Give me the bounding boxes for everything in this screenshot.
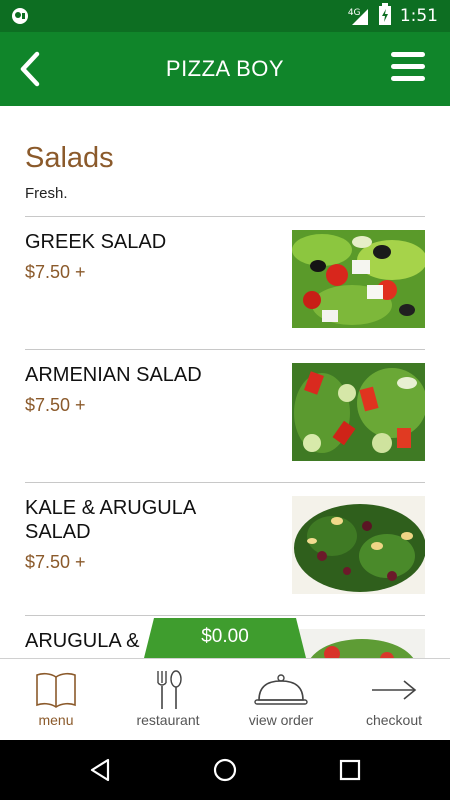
- menu-content[interactable]: Salads Fresh. GREEK SALAD $7.50 + ARMENI…: [0, 106, 450, 658]
- greek-salad-image: [292, 230, 425, 328]
- item-price: $7.50 +: [25, 552, 86, 572]
- status-time: 1:51: [399, 6, 438, 26]
- nav-label: restaurant: [136, 712, 200, 728]
- armenian-salad-image: [292, 363, 425, 461]
- battery-icon: [378, 2, 392, 30]
- section-title: Salads: [25, 142, 114, 174]
- nav-label: view order: [248, 712, 314, 728]
- item-price: $7.50 +: [25, 395, 86, 415]
- nav-label: menu: [38, 712, 74, 728]
- cart-total-tab[interactable]: $0.00: [144, 618, 306, 658]
- page-title: PIZZA BOY: [165, 56, 285, 81]
- divider: [25, 349, 425, 350]
- home-circle-icon[interactable]: [205, 755, 245, 785]
- kale-salad-image: [292, 496, 425, 594]
- nav-restaurant[interactable]: restaurant: [112, 659, 224, 741]
- fork-knife-icon: [112, 669, 224, 711]
- nav-label: checkout: [365, 712, 423, 728]
- system-nav-bar: [0, 740, 450, 800]
- divider: [25, 482, 425, 483]
- status-bar: 4G 1:51: [0, 0, 450, 32]
- item-name: KALE & ARUGULA SALAD: [25, 497, 196, 543]
- menu-item-greek-salad[interactable]: GREEK SALAD $7.50 +: [25, 230, 425, 350]
- recents-square-icon[interactable]: [330, 755, 370, 785]
- item-name: GREEK SALAD: [25, 231, 167, 253]
- bottom-nav: menu restaurant view order checkout: [0, 658, 450, 740]
- app-bar: PIZZA BOY: [0, 32, 450, 106]
- divider: [25, 615, 425, 616]
- menu-button[interactable]: [388, 50, 428, 86]
- nav-menu[interactable]: menu: [0, 659, 112, 741]
- notification-icon: [10, 6, 30, 26]
- arrow-right-icon: [338, 669, 450, 711]
- item-name: ARMENIAN SALAD: [25, 364, 202, 386]
- nav-view-order[interactable]: view order: [225, 659, 337, 741]
- book-icon: [0, 669, 112, 711]
- signal-icon: 4G: [348, 5, 370, 27]
- back-triangle-icon[interactable]: [80, 755, 120, 785]
- menu-item-kale-arugula-salad[interactable]: KALE & ARUGULA SALAD $7.50 +: [25, 496, 425, 616]
- item-price: $7.50 +: [25, 262, 86, 282]
- cart-total: $0.00: [201, 626, 249, 647]
- hamburger-icon: [388, 50, 428, 81]
- section-subtitle: Fresh.: [25, 185, 68, 202]
- cloche-icon: [225, 669, 337, 711]
- menu-item-armenian-salad[interactable]: ARMENIAN SALAD $7.50 +: [25, 363, 425, 483]
- arugula-salad-image: [292, 629, 425, 658]
- nav-checkout[interactable]: checkout: [338, 659, 450, 741]
- divider: [25, 216, 425, 217]
